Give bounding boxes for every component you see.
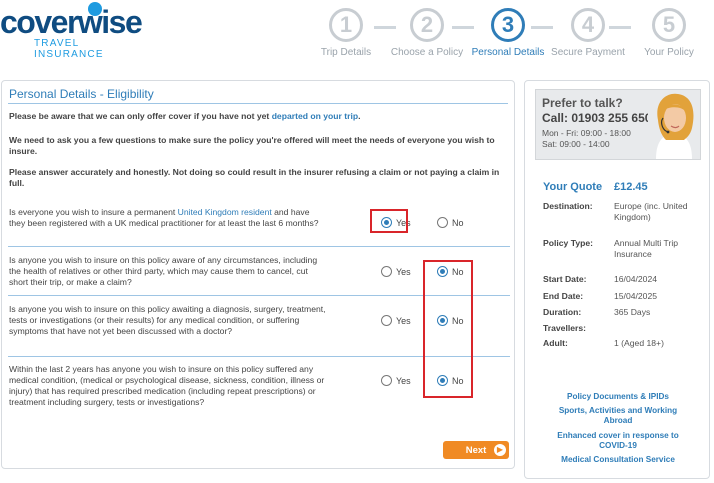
duration-value: 365 Days xyxy=(614,307,651,317)
q3-yes-option[interactable]: Yes xyxy=(381,315,411,326)
departed-link[interactable]: departed on your trip xyxy=(272,111,358,121)
duration-label: Duration: xyxy=(543,307,582,317)
divider xyxy=(8,246,510,247)
step-personal-details[interactable]: 3 Personal Details xyxy=(469,8,547,58)
q4-yes-radio[interactable] xyxy=(381,375,392,386)
step-number: 5 xyxy=(652,8,686,42)
notice-honesty: Please answer accurately and honestly. N… xyxy=(9,167,500,188)
hours-weekday: Mon - Fri: 09:00 - 18:00 xyxy=(542,128,631,138)
adult-label: Adult: xyxy=(543,338,568,348)
progress-steps: 1 Trip Details 2 Choose a Policy 3 Perso… xyxy=(318,8,714,63)
link-policy-documents[interactable]: Policy Documents & IPIDs xyxy=(535,392,701,402)
page-title: Personal Details - Eligibility xyxy=(9,87,154,101)
destination-label: Destination: xyxy=(543,201,593,211)
globe-icon xyxy=(88,2,102,16)
question-circumstances: Is anyone you wish to insure on this pol… xyxy=(9,255,318,287)
coverwise-logo[interactable]: coverwise TRAVEL INSURANCE xyxy=(0,2,143,60)
step-label: Secure Payment xyxy=(551,47,625,58)
logo-cover: cover xyxy=(0,4,79,40)
q3-yes-radio[interactable] xyxy=(381,315,392,326)
start-date-label: Start Date: xyxy=(543,274,587,284)
hours-saturday: Sat: 09:00 - 14:00 xyxy=(542,139,610,149)
quote-price: £12.45 xyxy=(614,181,648,193)
step-secure-payment: 4 Secure Payment xyxy=(549,8,627,58)
question-uk-resident: Is everyone you wish to insure a permane… xyxy=(9,207,319,228)
question-medical-history: Within the last 2 years has anyone you w… xyxy=(9,364,325,407)
quote-sidebar: Prefer to talk? Call: 01903 255 650 Mon … xyxy=(524,80,710,479)
step-number: 1 xyxy=(329,8,363,42)
highlight-box xyxy=(370,209,408,233)
highlight-box xyxy=(423,260,473,398)
link-sports-activities[interactable]: Sports, Activities and Working Abroad xyxy=(535,406,701,426)
end-date-value: 15/04/2025 xyxy=(614,291,658,301)
step-label: Personal Details xyxy=(471,47,545,58)
phone-number[interactable]: Call: 01903 255 650 xyxy=(542,111,651,125)
q2-yes-radio[interactable] xyxy=(381,266,392,277)
travellers-label: Travellers: xyxy=(543,323,586,333)
adult-value: 1 (Aged 18+) xyxy=(614,338,664,348)
policy-type-value: Annual Multi Trip Insurance xyxy=(614,238,679,259)
your-quote-label: Your Quote xyxy=(543,181,603,193)
call-us-box: Prefer to talk? Call: 01903 255 650 Mon … xyxy=(535,89,701,160)
eligibility-panel: Personal Details - Eligibility Please be… xyxy=(1,80,515,469)
agent-avatar xyxy=(648,90,700,159)
notice-questions: We need to ask you a few questions to ma… xyxy=(9,135,495,156)
next-label: Next xyxy=(465,444,487,456)
start-date-value: 16/04/2024 xyxy=(614,274,658,284)
step-your-policy: 5 Your Policy xyxy=(630,8,708,58)
q1-no-radio[interactable] xyxy=(437,217,448,228)
step-choose-policy[interactable]: 2 Choose a Policy xyxy=(388,8,466,58)
question-awaiting-diagnosis: Is anyone you wish to insure on this pol… xyxy=(9,304,326,336)
step-label: Your Policy xyxy=(644,47,694,58)
q1-no-option[interactable]: No xyxy=(437,217,464,228)
step-label: Trip Details xyxy=(320,47,372,58)
notice-departed: Please be aware that we can only offer c… xyxy=(9,111,361,121)
chevron-right-icon: ▶ xyxy=(494,444,506,456)
q2-yes-option[interactable]: Yes xyxy=(381,266,411,277)
end-date-label: End Date: xyxy=(543,291,584,301)
uk-resident-link[interactable]: United Kingdom resident xyxy=(178,207,272,217)
next-button[interactable]: Next ▶ xyxy=(443,441,509,459)
logo-tagline: TRAVEL INSURANCE xyxy=(34,38,104,60)
destination-value: Europe (inc. United Kingdom) xyxy=(614,201,688,222)
divider xyxy=(8,103,508,104)
step-number: 3 xyxy=(491,8,525,42)
step-number: 4 xyxy=(571,8,605,42)
step-number: 2 xyxy=(410,8,444,42)
q4-yes-option[interactable]: Yes xyxy=(381,375,411,386)
prefer-to-talk: Prefer to talk? xyxy=(542,96,623,110)
link-covid-cover[interactable]: Enhanced cover in response to COVID-19 xyxy=(535,431,701,451)
policy-type-label: Policy Type: xyxy=(543,238,593,248)
step-trip-details[interactable]: 1 Trip Details xyxy=(307,8,385,58)
step-label: Choose a Policy xyxy=(390,47,464,58)
link-medical-consultation[interactable]: Medical Consultation Service xyxy=(535,455,701,465)
